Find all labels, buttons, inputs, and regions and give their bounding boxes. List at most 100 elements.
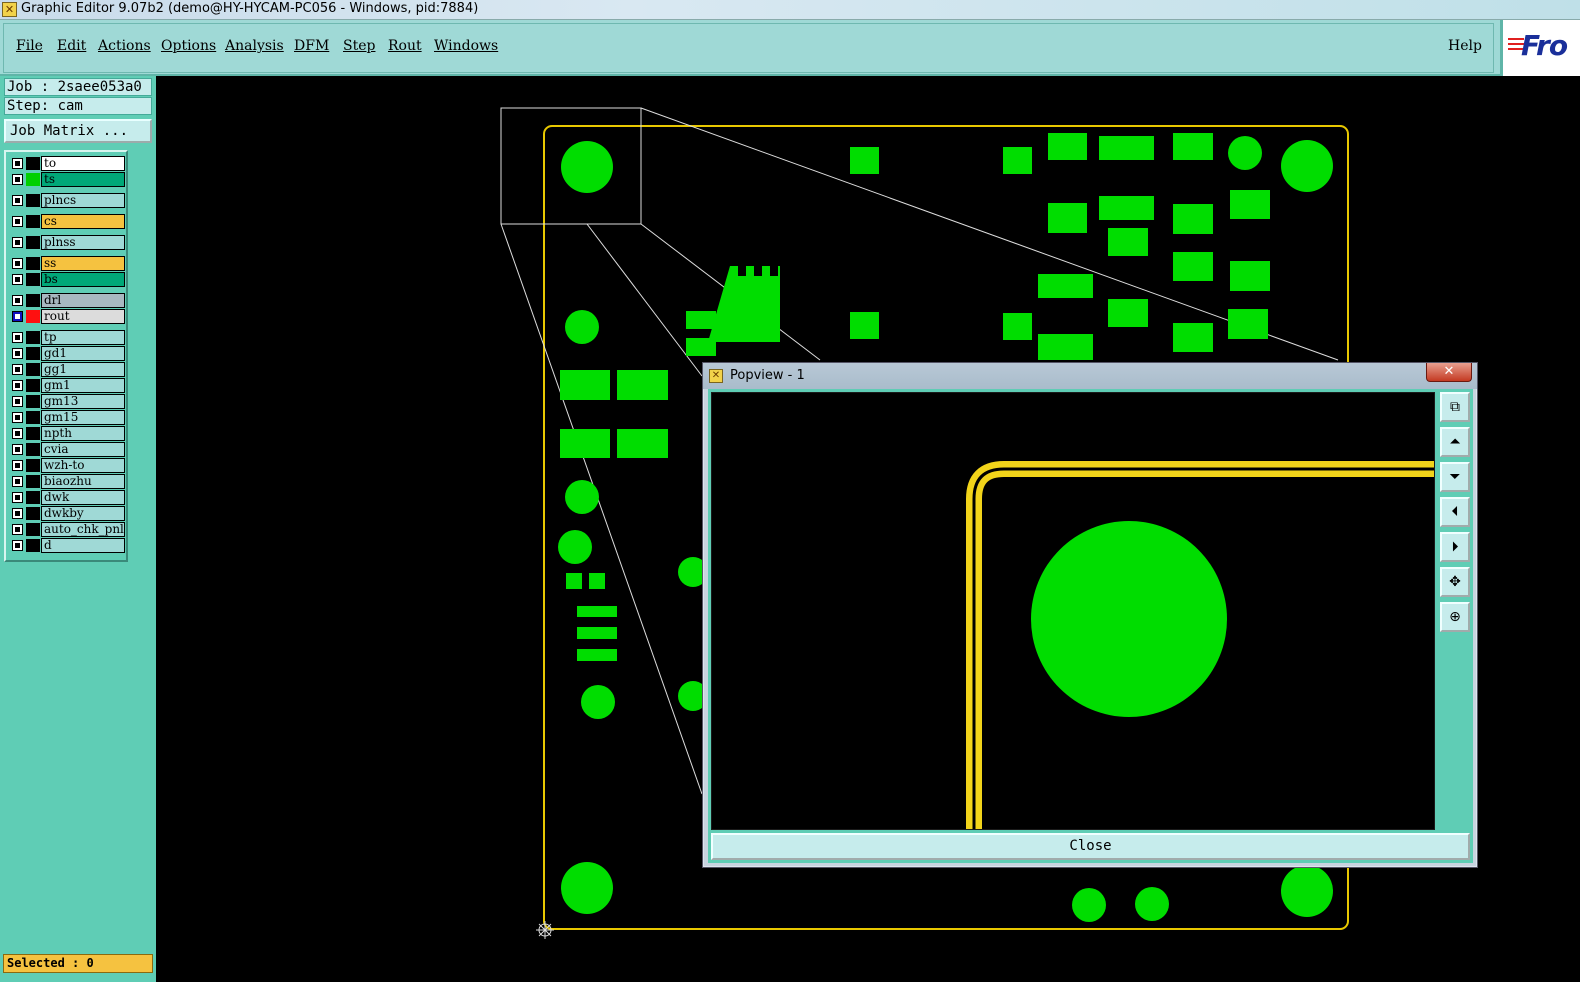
layer-row-dwkby[interactable]: dwkby (8, 506, 126, 521)
layer-row-gg1[interactable]: gg1 (8, 362, 126, 377)
menu-edit[interactable]: Edit (57, 38, 86, 54)
layer-color-swatch[interactable] (26, 215, 40, 228)
layer-name[interactable]: plncs (41, 193, 125, 208)
layer-color-swatch[interactable] (26, 363, 40, 376)
menu-options[interactable]: Options (161, 38, 216, 54)
layer-color-swatch[interactable] (26, 395, 40, 408)
layer-row-ss[interactable]: ss (8, 256, 126, 271)
layer-checkbox[interactable] (12, 158, 23, 169)
layer-name[interactable]: dwk (41, 490, 125, 505)
zoom-out-icon[interactable]: ⊕ (1440, 602, 1470, 632)
menu-windows[interactable]: Windows (434, 38, 498, 54)
layer-color-swatch[interactable] (26, 491, 40, 504)
layer-color-swatch[interactable] (26, 539, 40, 552)
layer-name[interactable]: ss (41, 256, 125, 271)
layer-row-bs[interactable]: bs (8, 272, 126, 287)
layer-name[interactable]: dwkby (41, 506, 125, 521)
layer-color-swatch[interactable] (26, 310, 40, 323)
menu-help[interactable]: Help (1448, 38, 1482, 54)
layer-checkbox[interactable] (12, 540, 23, 551)
layer-name[interactable]: gd1 (41, 346, 125, 361)
layer-name[interactable]: drl (41, 293, 125, 308)
popview-close-button[interactable]: Close (711, 833, 1470, 860)
layer-name[interactable]: tp (41, 330, 125, 345)
layer-row-gm13[interactable]: gm13 (8, 394, 126, 409)
layer-name[interactable]: biaozhu (41, 474, 125, 489)
layer-color-swatch[interactable] (26, 347, 40, 360)
layer-row-dwk[interactable]: dwk (8, 490, 126, 505)
layer-checkbox[interactable] (12, 237, 23, 248)
layer-name[interactable]: gg1 (41, 362, 125, 377)
layer-name[interactable]: cs (41, 214, 125, 229)
layer-checkbox[interactable] (12, 364, 23, 375)
layer-checkbox[interactable] (12, 412, 23, 423)
layer-name[interactable]: gm13 (41, 394, 125, 409)
layer-row-cs[interactable]: cs (8, 214, 126, 229)
layer-row-biaozhu[interactable]: biaozhu (8, 474, 126, 489)
layer-color-swatch[interactable] (26, 507, 40, 520)
menu-rout[interactable]: Rout (388, 38, 422, 54)
layer-name[interactable]: bs (41, 272, 125, 287)
layer-checkbox[interactable] (12, 348, 23, 359)
job-matrix-button[interactable]: Job Matrix ... (4, 119, 152, 143)
layer-row-drl[interactable]: drl (8, 293, 126, 308)
layer-color-swatch[interactable] (26, 379, 40, 392)
layer-color-swatch[interactable] (26, 257, 40, 270)
layer-color-swatch[interactable] (26, 236, 40, 249)
layer-row-to[interactable]: to (8, 156, 126, 171)
layer-checkbox[interactable] (12, 508, 23, 519)
layer-checkbox[interactable] (12, 332, 23, 343)
layer-color-swatch[interactable] (26, 294, 40, 307)
menu-dfm[interactable]: DFM (294, 38, 329, 54)
layer-name[interactable]: gm15 (41, 410, 125, 425)
layer-color-swatch[interactable] (26, 273, 40, 286)
menu-actions[interactable]: Actions (98, 38, 151, 54)
layer-row-auto-chk-pnl[interactable]: auto_chk_pnl (8, 522, 126, 537)
layer-color-swatch[interactable] (26, 411, 40, 424)
pan-left-icon[interactable]: ⏴ (1440, 497, 1470, 527)
layer-checkbox[interactable] (12, 444, 23, 455)
layer-checkbox[interactable] (12, 492, 23, 503)
layer-checkbox[interactable] (12, 476, 23, 487)
layer-color-swatch[interactable] (26, 157, 40, 170)
layer-row-wzh-to[interactable]: wzh-to (8, 458, 126, 473)
popview-titlebar[interactable]: ✕ Popview - 1 ✕ (703, 363, 1477, 389)
layer-checkbox[interactable] (12, 460, 23, 471)
layer-checkbox[interactable] (12, 216, 23, 227)
pan-up-icon[interactable]: ⏶ (1440, 427, 1470, 457)
layer-name[interactable]: rout (41, 309, 125, 324)
layer-name[interactable]: npth (41, 426, 125, 441)
layer-color-swatch[interactable] (26, 194, 40, 207)
layer-row-tp[interactable]: tp (8, 330, 126, 345)
popview-canvas[interactable] (711, 392, 1435, 830)
layer-checkbox[interactable] (12, 524, 23, 535)
layer-row-gd1[interactable]: gd1 (8, 346, 126, 361)
menu-file[interactable]: File (16, 38, 43, 54)
layer-checkbox[interactable] (12, 174, 23, 185)
layer-name[interactable]: auto_chk_pnl (41, 522, 125, 537)
menu-step[interactable]: Step (343, 38, 375, 54)
layer-name[interactable]: d (41, 538, 125, 553)
layer-color-swatch[interactable] (26, 427, 40, 440)
layer-checkbox[interactable] (12, 311, 23, 322)
layer-row-plncs[interactable]: plncs (8, 193, 126, 208)
layer-checkbox[interactable] (12, 396, 23, 407)
layer-color-swatch[interactable] (26, 475, 40, 488)
layer-checkbox[interactable] (12, 295, 23, 306)
popview-close-icon[interactable]: ✕ (1426, 363, 1472, 382)
layer-checkbox[interactable] (12, 274, 23, 285)
layer-row-ts[interactable]: ts (8, 172, 126, 187)
zoom-fit-icon[interactable]: ⧉ (1440, 392, 1470, 422)
layer-checkbox[interactable] (12, 195, 23, 206)
layer-row-gm1[interactable]: gm1 (8, 378, 126, 393)
layer-name[interactable]: cvia (41, 442, 125, 457)
layer-checkbox[interactable] (12, 380, 23, 391)
layer-checkbox[interactable] (12, 258, 23, 269)
layer-row-npth[interactable]: npth (8, 426, 126, 441)
layer-name[interactable]: plnss (41, 235, 125, 250)
layer-color-swatch[interactable] (26, 443, 40, 456)
pan-down-icon[interactable]: ⏷ (1440, 462, 1470, 492)
layer-row-d[interactable]: d (8, 538, 126, 553)
layer-checkbox[interactable] (12, 428, 23, 439)
layer-row-plnss[interactable]: plnss (8, 235, 126, 250)
